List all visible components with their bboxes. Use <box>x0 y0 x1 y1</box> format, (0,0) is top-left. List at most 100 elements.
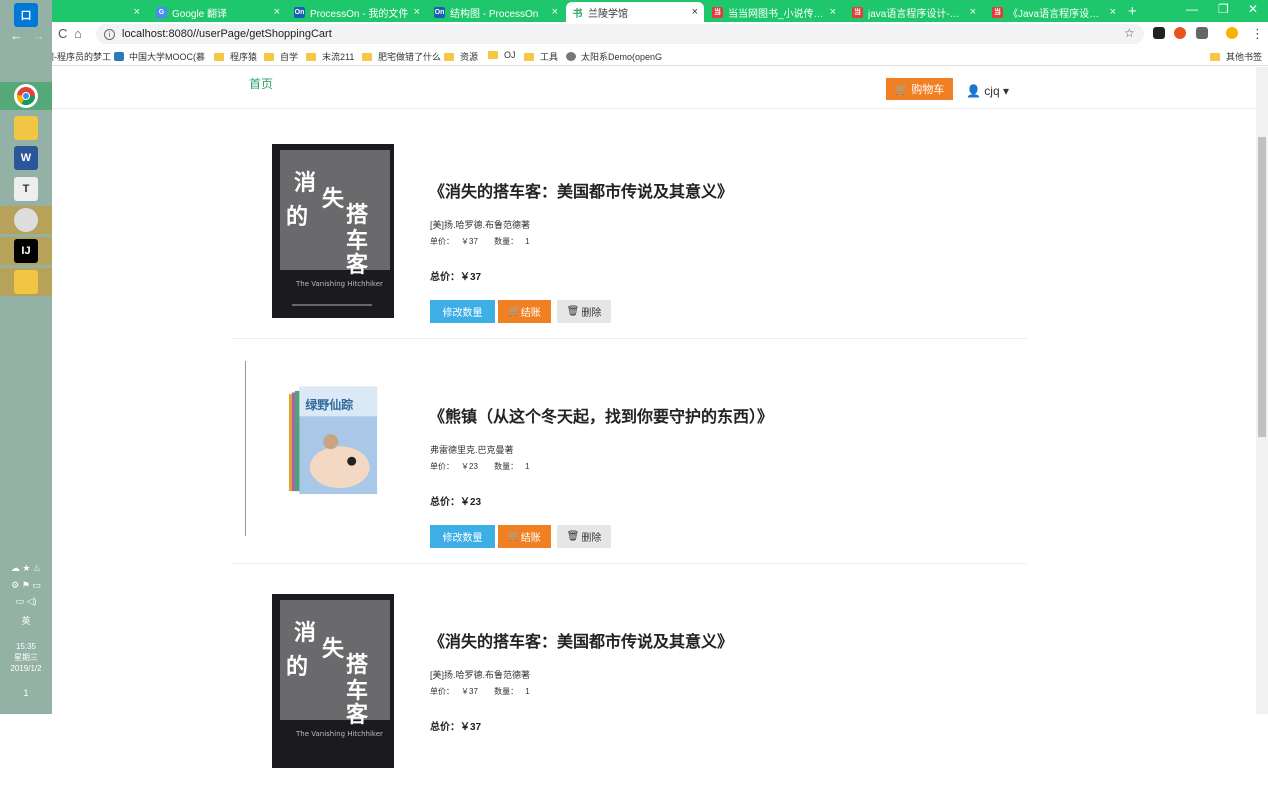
typora-icon[interactable]: T <box>14 177 38 201</box>
clock-time[interactable]: 15:35 <box>0 641 52 652</box>
tab-lanling-active[interactable]: 书 兰陵学馆 × <box>566 2 704 22</box>
tab-favicon-icon: 当 <box>992 6 1003 18</box>
book-title[interactable]: 《熊镇（从这个冬天起，找到你要守护的东西）》 <box>429 403 773 427</box>
total-price: 总价：￥23 <box>430 493 481 508</box>
tab-google-translate[interactable]: G Google 翻译 × <box>150 2 286 22</box>
cart-item: 消 失 的 搭 车 客 The Vanishing Hitchhiker 《消失… <box>232 564 1027 789</box>
bookmark-folder-other[interactable]: 其他书签 <box>1210 50 1262 63</box>
bookmark-folder[interactable]: 资源 <box>444 50 478 63</box>
network-icon[interactable] <box>14 208 38 232</box>
svg-text:消: 消 <box>294 621 316 646</box>
onedrive-folder-icon[interactable] <box>14 270 38 294</box>
bookmark-item[interactable]: 太阳系Demo(openG <box>566 50 662 63</box>
maximize-button[interactable]: ❐ <box>1218 2 1229 16</box>
web-page: 首页 🛒 购物车 👤 cjq ▾ 消 失 的 搭 车 客 The Vanishi… <box>52 67 1256 768</box>
tab-processon-structure[interactable]: On 结构图 - ProcessOn × <box>428 2 564 22</box>
checkout-label: 结账 <box>520 533 541 544</box>
tab-dangdang-java[interactable]: 当 java语言程序设计-当当网 × <box>846 2 982 22</box>
profile-avatar-icon[interactable] <box>1226 27 1238 39</box>
tab-close-icon[interactable]: × <box>552 6 558 18</box>
system-tray-icons[interactable]: ☁ ★ ♨ <box>0 563 52 574</box>
quantity-value: 1 <box>525 462 530 471</box>
start-button[interactable]: 口 <box>14 3 38 27</box>
bookmark-folder[interactable]: OJ <box>488 50 516 60</box>
extension-icon[interactable] <box>1196 27 1208 39</box>
page-scrollbar[interactable] <box>1256 67 1268 714</box>
bookmarks-bar: 慕课网-程序员的梦工 中国大学MOOC(慕 程序猿 自学 末流211 肥宅做错了… <box>0 46 1268 66</box>
tab-processon-files[interactable]: On ProcessOn - 我的文件 × <box>288 2 426 22</box>
close-window-button[interactable]: ✕ <box>1248 2 1258 16</box>
bookmark-label: 其他书签 <box>1226 52 1263 62</box>
bookmark-folder[interactable]: 工具 <box>524 50 558 63</box>
ime-indicator[interactable]: 英 <box>0 614 52 627</box>
back-icon[interactable]: ← <box>10 28 23 43</box>
book-title[interactable]: 《消失的搭车客：美国都市传说及其意义》 <box>429 178 733 202</box>
tab-favicon-icon: 当 <box>712 6 723 18</box>
notification-center-icon[interactable]: 1 <box>0 688 52 698</box>
tab-close-icon[interactable]: × <box>830 6 836 18</box>
user-menu[interactable]: 👤 cjq ▾ <box>966 84 1009 98</box>
site-navbar: 首页 🛒 购物车 👤 cjq ▾ <box>52 67 1256 109</box>
svg-text:搭: 搭 <box>346 653 369 678</box>
windows-taskbar: 口 ← → W T IJ ☁ ★ ♨ ⚙ ⚑ ▭ ▭ ◁) 英 15:35 星期… <box>0 0 52 714</box>
scrollbar-thumb[interactable] <box>1258 137 1266 437</box>
total-label: 总价： <box>430 722 460 733</box>
bookmark-folder[interactable]: 末流211 <box>306 50 354 63</box>
checkout-button[interactable]: 🛒 结账 <box>498 300 551 323</box>
extension-icon[interactable] <box>1174 27 1186 39</box>
reload-icon[interactable]: C <box>58 26 67 41</box>
bookmark-item[interactable]: 中国大学MOOC(慕 <box>114 50 205 63</box>
chrome-icon[interactable] <box>14 84 38 108</box>
cart-icon: 🛒 <box>508 531 521 542</box>
home-icon[interactable]: ⌂ <box>74 26 82 41</box>
username: cjq <box>984 84 1000 98</box>
book-favicon-icon: 书 <box>572 6 583 20</box>
url-input[interactable]: i localhost:8080//userPage/getShoppingCa… <box>96 24 1144 44</box>
delete-button[interactable]: 🗑 删除 <box>557 525 611 548</box>
system-tray-icons[interactable]: ⚙ ⚑ ▭ <box>0 580 52 591</box>
item-actions: 修改数量 🛒 结账 🗑 删除 <box>430 525 611 548</box>
volume-icon[interactable]: ▭ ◁) <box>0 596 52 607</box>
word-icon[interactable]: W <box>14 146 38 170</box>
minimize-button[interactable]: — <box>1186 2 1198 16</box>
chrome-menu-icon[interactable]: ⋮ <box>1251 26 1264 42</box>
tab-close-icon[interactable]: × <box>1110 6 1116 18</box>
total-price: 总价：￥37 <box>430 268 481 283</box>
new-tab-button[interactable]: + <box>1128 3 1137 20</box>
extension-icon[interactable] <box>1153 27 1165 39</box>
tab-dangdang-books[interactable]: 当 当当网图书_小说传记_青春 × <box>706 2 842 22</box>
bookmark-label: 资源 <box>460 52 479 62</box>
tab-close-icon[interactable]: × <box>692 6 698 18</box>
checkout-button[interactable]: 🛒 结账 <box>498 525 551 548</box>
delete-button[interactable]: 🗑 删除 <box>557 300 611 323</box>
edit-quantity-button[interactable]: 修改数量 <box>430 300 495 323</box>
tab-close-icon[interactable]: × <box>970 6 976 18</box>
svg-text:The Vanishing Hitchhiker: The Vanishing Hitchhiker <box>295 280 383 288</box>
svg-text:客: 客 <box>346 252 369 278</box>
total-value: ￥37 <box>460 272 482 283</box>
bookmark-star-icon[interactable]: ☆ <box>1124 26 1135 40</box>
bookmark-label: 程序猿 <box>230 52 258 62</box>
svg-text:的: 的 <box>286 204 308 230</box>
file-explorer-icon[interactable] <box>14 116 38 140</box>
site-info-icon[interactable]: i <box>104 28 115 40</box>
bookmark-folder[interactable]: 肥宅做错了什么 <box>362 50 441 63</box>
tab-close-icon[interactable]: × <box>134 6 140 18</box>
svg-text:客: 客 <box>346 702 369 728</box>
bookmark-folder[interactable]: 自学 <box>264 50 298 63</box>
book-title[interactable]: 《消失的搭车客：美国都市传说及其意义》 <box>429 628 733 652</box>
edit-quantity-button[interactable]: 修改数量 <box>430 525 495 548</box>
shopping-cart-button[interactable]: 🛒 购物车 <box>886 78 953 100</box>
quantity-label: 数量： <box>494 237 519 246</box>
tab-java-book[interactable]: 当 《Java语言程序设计（基础 × <box>986 2 1122 22</box>
folder-icon <box>214 52 224 61</box>
svg-text:车: 车 <box>346 678 368 704</box>
home-link[interactable]: 首页 <box>249 75 273 92</box>
unit-price: ￥37 <box>461 687 478 696</box>
tab-close-icon[interactable]: × <box>274 6 280 18</box>
tab-close-icon[interactable]: × <box>414 6 420 18</box>
bookmark-folder[interactable]: 程序猿 <box>214 50 257 63</box>
forward-icon[interactable]: → <box>32 28 45 43</box>
intellij-icon[interactable]: IJ <box>14 239 38 263</box>
book-author: [美]扬.哈罗德.布鲁范德著 <box>430 220 531 230</box>
